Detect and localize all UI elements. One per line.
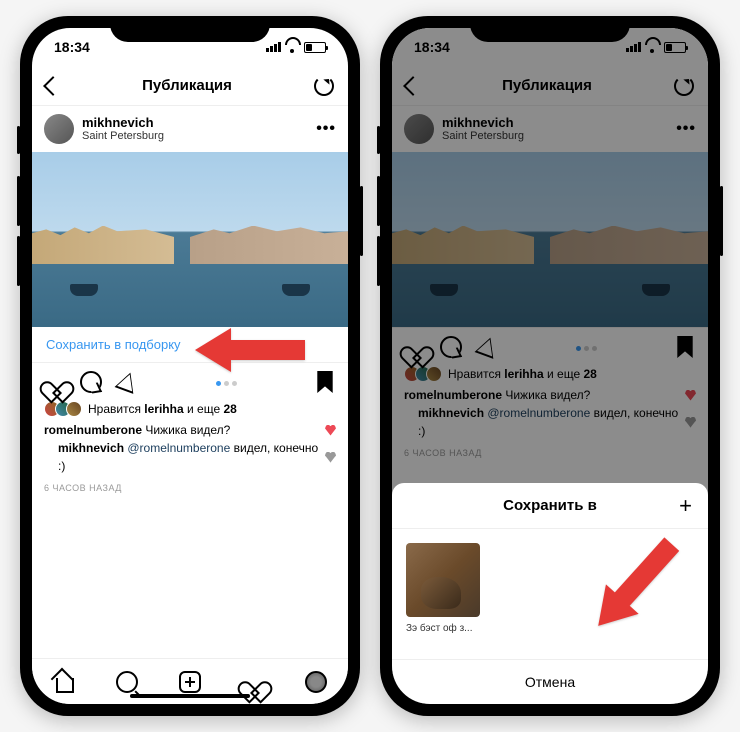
post-username[interactable]: mikhnevich [82,115,308,131]
collection-label: Зэ бэст оф з... [406,623,480,634]
status-bar: 18:34 [32,28,348,66]
collection-thumb [406,543,480,617]
likes-row[interactable]: Нравится lerihha и еще 28 [32,401,348,417]
new-post-icon[interactable] [179,671,201,693]
activity-icon[interactable] [242,671,264,693]
comment-like-icon[interactable] [685,390,696,401]
wifi-icon [285,42,300,53]
search-icon[interactable] [116,671,138,693]
post-username[interactable]: mikhnevich [442,115,668,131]
avatar[interactable] [404,114,434,144]
add-collection-icon[interactable]: + [679,493,692,519]
more-icon[interactable]: ••• [316,120,336,138]
home-icon[interactable] [53,671,75,693]
battery-icon [664,42,686,53]
save-to-collection-link[interactable]: Сохранить в подборку [46,337,181,352]
signal-icon [266,42,281,52]
post-photo[interactable] [32,152,348,327]
back-icon[interactable] [403,76,423,96]
battery-icon [304,42,326,53]
carousel-dots [576,346,597,351]
likes-row[interactable]: Нравится lerihha и еще 28 [392,366,708,382]
refresh-icon[interactable] [314,76,334,96]
page-title: Публикация [502,77,592,94]
like-icon[interactable] [44,371,66,393]
commenter-2[interactable]: mikhnevich [58,441,124,455]
comment-like-icon[interactable] [325,425,336,436]
avatar[interactable] [44,114,74,144]
sheet-title: Сохранить в [503,497,597,514]
signal-icon [626,42,641,52]
post-timestamp: 6 ЧАСОВ НАЗАД [392,444,708,462]
post-timestamp: 6 ЧАСОВ НАЗАД [32,479,348,497]
status-bar: 18:34 [392,28,708,66]
bookmark-icon[interactable] [314,371,336,393]
share-icon[interactable] [113,368,141,396]
refresh-icon[interactable] [674,76,694,96]
commenter-1[interactable]: romelnumberone [404,388,502,402]
nav-bar: Публикация [392,66,708,106]
page-title: Публикация [142,77,232,94]
annotation-arrow [195,322,305,383]
comment-like-icon[interactable] [685,417,696,428]
bookmark-icon[interactable] [674,336,696,358]
commenter-2[interactable]: mikhnevich [418,406,484,420]
profile-icon[interactable] [305,671,327,693]
like-icon[interactable] [404,336,426,358]
back-icon[interactable] [43,76,63,96]
comment-icon[interactable] [80,371,102,393]
status-time: 18:34 [54,39,90,55]
commenter-1[interactable]: romelnumberone [44,423,142,437]
wifi-icon [645,42,660,53]
annotation-arrow [580,530,690,645]
post-location[interactable]: Saint Petersburg [442,130,668,143]
comment-like-icon[interactable] [325,452,336,463]
comment-icon[interactable] [440,336,462,358]
collection-item[interactable]: Зэ бэст оф з... [406,543,480,645]
post-photo[interactable] [392,152,708,327]
more-icon[interactable]: ••• [676,120,696,138]
nav-bar: Публикация [32,66,348,106]
cancel-button[interactable]: Отмена [392,659,708,704]
share-icon[interactable] [473,333,501,361]
status-time: 18:34 [414,39,450,55]
post-location[interactable]: Saint Petersburg [82,130,308,143]
